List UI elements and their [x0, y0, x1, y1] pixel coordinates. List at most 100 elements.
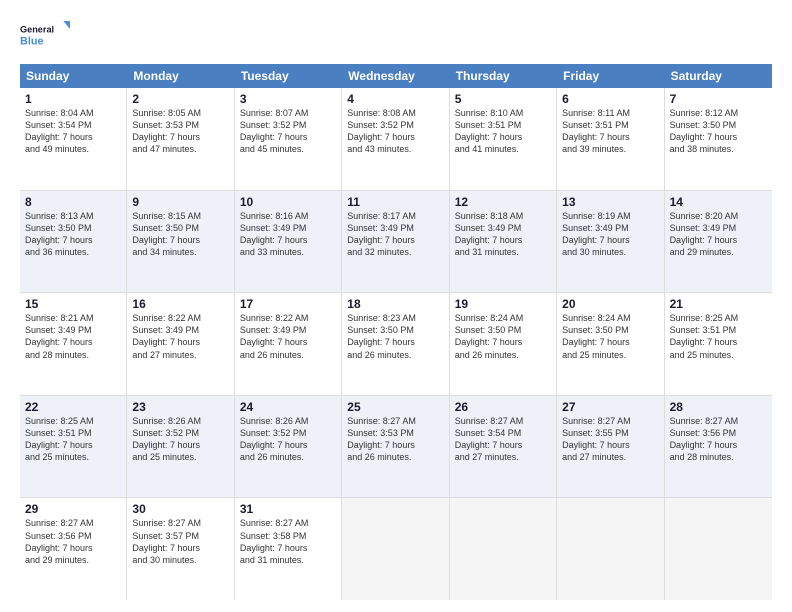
cell-details: Sunrise: 8:27 AM Sunset: 3:58 PM Dayligh… [240, 517, 336, 566]
calendar-cell-empty [557, 498, 664, 600]
day-number: 8 [25, 195, 121, 209]
calendar-cell-3: 3Sunrise: 8:07 AM Sunset: 3:52 PM Daylig… [235, 88, 342, 190]
day-number: 18 [347, 297, 443, 311]
calendar-cell-empty [342, 498, 449, 600]
calendar-row-5: 29Sunrise: 8:27 AM Sunset: 3:56 PM Dayli… [20, 498, 772, 600]
calendar-cell-27: 27Sunrise: 8:27 AM Sunset: 3:55 PM Dayli… [557, 396, 664, 498]
calendar-cell-empty [450, 498, 557, 600]
day-number: 1 [25, 92, 121, 106]
day-number: 2 [132, 92, 228, 106]
header-day-thursday: Thursday [450, 64, 557, 88]
calendar-cell-1: 1Sunrise: 8:04 AM Sunset: 3:54 PM Daylig… [20, 88, 127, 190]
cell-details: Sunrise: 8:22 AM Sunset: 3:49 PM Dayligh… [240, 312, 336, 361]
day-number: 17 [240, 297, 336, 311]
cell-details: Sunrise: 8:24 AM Sunset: 3:50 PM Dayligh… [455, 312, 551, 361]
cell-details: Sunrise: 8:16 AM Sunset: 3:49 PM Dayligh… [240, 210, 336, 259]
cell-details: Sunrise: 8:12 AM Sunset: 3:50 PM Dayligh… [670, 107, 767, 156]
calendar-cell-10: 10Sunrise: 8:16 AM Sunset: 3:49 PM Dayli… [235, 191, 342, 293]
calendar-cell-16: 16Sunrise: 8:22 AM Sunset: 3:49 PM Dayli… [127, 293, 234, 395]
calendar-cell-6: 6Sunrise: 8:11 AM Sunset: 3:51 PM Daylig… [557, 88, 664, 190]
day-number: 30 [132, 502, 228, 516]
calendar-cell-26: 26Sunrise: 8:27 AM Sunset: 3:54 PM Dayli… [450, 396, 557, 498]
cell-details: Sunrise: 8:25 AM Sunset: 3:51 PM Dayligh… [670, 312, 767, 361]
day-number: 12 [455, 195, 551, 209]
calendar-cell-28: 28Sunrise: 8:27 AM Sunset: 3:56 PM Dayli… [665, 396, 772, 498]
calendar-cell-21: 21Sunrise: 8:25 AM Sunset: 3:51 PM Dayli… [665, 293, 772, 395]
cell-details: Sunrise: 8:27 AM Sunset: 3:56 PM Dayligh… [670, 415, 767, 464]
cell-details: Sunrise: 8:22 AM Sunset: 3:49 PM Dayligh… [132, 312, 228, 361]
calendar-header: SundayMondayTuesdayWednesdayThursdayFrid… [20, 64, 772, 88]
calendar-row-4: 22Sunrise: 8:25 AM Sunset: 3:51 PM Dayli… [20, 396, 772, 499]
calendar-cell-18: 18Sunrise: 8:23 AM Sunset: 3:50 PM Dayli… [342, 293, 449, 395]
calendar-cell-30: 30Sunrise: 8:27 AM Sunset: 3:57 PM Dayli… [127, 498, 234, 600]
calendar-cell-31: 31Sunrise: 8:27 AM Sunset: 3:58 PM Dayli… [235, 498, 342, 600]
day-number: 20 [562, 297, 658, 311]
day-number: 16 [132, 297, 228, 311]
cell-details: Sunrise: 8:27 AM Sunset: 3:55 PM Dayligh… [562, 415, 658, 464]
calendar-cell-4: 4Sunrise: 8:08 AM Sunset: 3:52 PM Daylig… [342, 88, 449, 190]
calendar-body: 1Sunrise: 8:04 AM Sunset: 3:54 PM Daylig… [20, 88, 772, 600]
cell-details: Sunrise: 8:20 AM Sunset: 3:49 PM Dayligh… [670, 210, 767, 259]
day-number: 15 [25, 297, 121, 311]
header-day-friday: Friday [557, 64, 664, 88]
cell-details: Sunrise: 8:05 AM Sunset: 3:53 PM Dayligh… [132, 107, 228, 156]
calendar-cell-23: 23Sunrise: 8:26 AM Sunset: 3:52 PM Dayli… [127, 396, 234, 498]
cell-details: Sunrise: 8:24 AM Sunset: 3:50 PM Dayligh… [562, 312, 658, 361]
cell-details: Sunrise: 8:13 AM Sunset: 3:50 PM Dayligh… [25, 210, 121, 259]
day-number: 9 [132, 195, 228, 209]
calendar-cell-20: 20Sunrise: 8:24 AM Sunset: 3:50 PM Dayli… [557, 293, 664, 395]
header-day-tuesday: Tuesday [235, 64, 342, 88]
calendar-cell-8: 8Sunrise: 8:13 AM Sunset: 3:50 PM Daylig… [20, 191, 127, 293]
calendar-cell-empty [665, 498, 772, 600]
cell-details: Sunrise: 8:04 AM Sunset: 3:54 PM Dayligh… [25, 107, 121, 156]
calendar-cell-22: 22Sunrise: 8:25 AM Sunset: 3:51 PM Dayli… [20, 396, 127, 498]
logo: General Blue [20, 16, 70, 56]
calendar: SundayMondayTuesdayWednesdayThursdayFrid… [20, 64, 772, 600]
day-number: 19 [455, 297, 551, 311]
calendar-cell-25: 25Sunrise: 8:27 AM Sunset: 3:53 PM Dayli… [342, 396, 449, 498]
header: General Blue [20, 16, 772, 56]
calendar-cell-17: 17Sunrise: 8:22 AM Sunset: 3:49 PM Dayli… [235, 293, 342, 395]
day-number: 10 [240, 195, 336, 209]
cell-details: Sunrise: 8:26 AM Sunset: 3:52 PM Dayligh… [240, 415, 336, 464]
day-number: 31 [240, 502, 336, 516]
cell-details: Sunrise: 8:15 AM Sunset: 3:50 PM Dayligh… [132, 210, 228, 259]
cell-details: Sunrise: 8:11 AM Sunset: 3:51 PM Dayligh… [562, 107, 658, 156]
logo-svg: General Blue [20, 16, 70, 56]
day-number: 21 [670, 297, 767, 311]
cell-details: Sunrise: 8:26 AM Sunset: 3:52 PM Dayligh… [132, 415, 228, 464]
calendar-cell-19: 19Sunrise: 8:24 AM Sunset: 3:50 PM Dayli… [450, 293, 557, 395]
header-day-monday: Monday [127, 64, 234, 88]
calendar-cell-24: 24Sunrise: 8:26 AM Sunset: 3:52 PM Dayli… [235, 396, 342, 498]
day-number: 25 [347, 400, 443, 414]
cell-details: Sunrise: 8:25 AM Sunset: 3:51 PM Dayligh… [25, 415, 121, 464]
day-number: 6 [562, 92, 658, 106]
calendar-cell-14: 14Sunrise: 8:20 AM Sunset: 3:49 PM Dayli… [665, 191, 772, 293]
header-day-sunday: Sunday [20, 64, 127, 88]
cell-details: Sunrise: 8:10 AM Sunset: 3:51 PM Dayligh… [455, 107, 551, 156]
day-number: 14 [670, 195, 767, 209]
day-number: 28 [670, 400, 767, 414]
cell-details: Sunrise: 8:21 AM Sunset: 3:49 PM Dayligh… [25, 312, 121, 361]
cell-details: Sunrise: 8:27 AM Sunset: 3:56 PM Dayligh… [25, 517, 121, 566]
calendar-cell-13: 13Sunrise: 8:19 AM Sunset: 3:49 PM Dayli… [557, 191, 664, 293]
calendar-cell-15: 15Sunrise: 8:21 AM Sunset: 3:49 PM Dayli… [20, 293, 127, 395]
day-number: 26 [455, 400, 551, 414]
page: General Blue SundayMondayTuesdayWednesda… [0, 0, 792, 612]
calendar-row-1: 1Sunrise: 8:04 AM Sunset: 3:54 PM Daylig… [20, 88, 772, 191]
cell-details: Sunrise: 8:27 AM Sunset: 3:57 PM Dayligh… [132, 517, 228, 566]
calendar-cell-9: 9Sunrise: 8:15 AM Sunset: 3:50 PM Daylig… [127, 191, 234, 293]
day-number: 23 [132, 400, 228, 414]
day-number: 7 [670, 92, 767, 106]
cell-details: Sunrise: 8:23 AM Sunset: 3:50 PM Dayligh… [347, 312, 443, 361]
calendar-cell-29: 29Sunrise: 8:27 AM Sunset: 3:56 PM Dayli… [20, 498, 127, 600]
day-number: 13 [562, 195, 658, 209]
cell-details: Sunrise: 8:08 AM Sunset: 3:52 PM Dayligh… [347, 107, 443, 156]
calendar-cell-5: 5Sunrise: 8:10 AM Sunset: 3:51 PM Daylig… [450, 88, 557, 190]
calendar-cell-12: 12Sunrise: 8:18 AM Sunset: 3:49 PM Dayli… [450, 191, 557, 293]
cell-details: Sunrise: 8:27 AM Sunset: 3:54 PM Dayligh… [455, 415, 551, 464]
svg-text:General: General [20, 25, 54, 35]
header-day-saturday: Saturday [665, 64, 772, 88]
day-number: 5 [455, 92, 551, 106]
day-number: 11 [347, 195, 443, 209]
